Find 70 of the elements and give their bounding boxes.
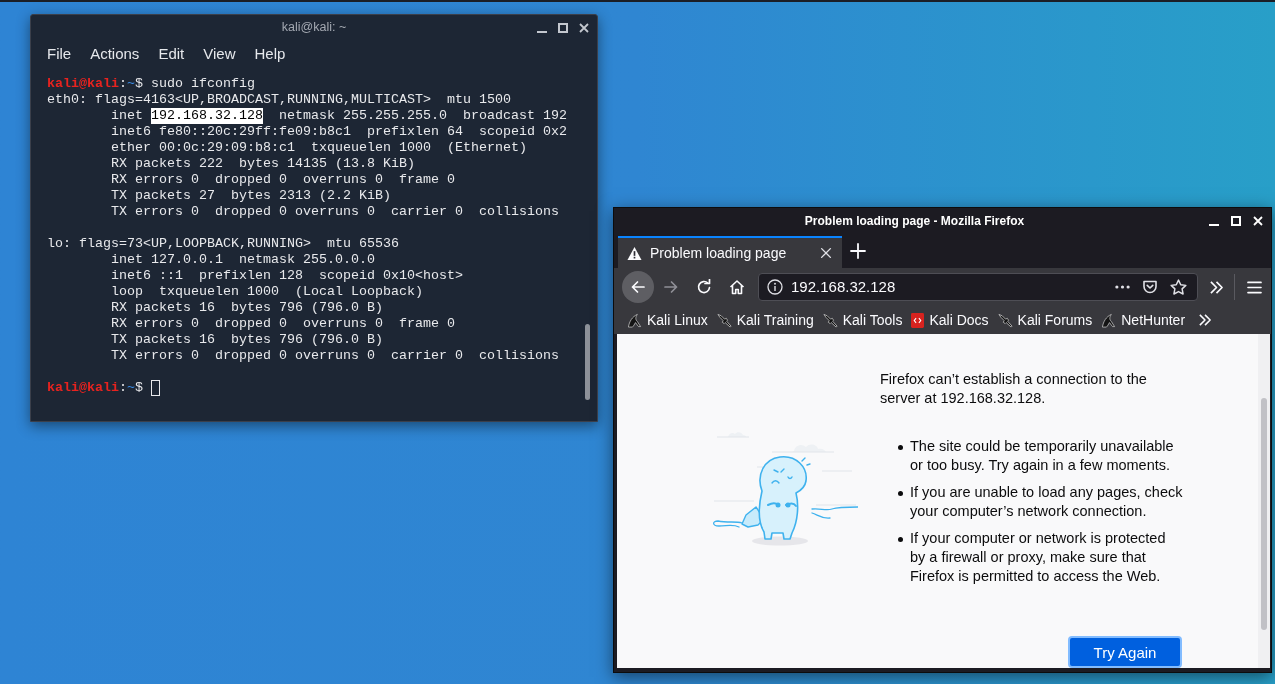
terminal-output-line: RX packets 222 bytes 14135 (13.8 KiB)	[111, 156, 415, 171]
terminal-output-line: TX errors 0 dropped 0 overruns 0 carrier 0 collisions	[111, 204, 559, 219]
close-icon[interactable]	[579, 23, 589, 33]
overflow-chevron-icon[interactable]	[1198, 314, 1213, 326]
close-tab-icon[interactable]	[819, 246, 833, 260]
terminal-output-line: RX errors 0 dropped 0 overruns 0 frame 0	[111, 316, 455, 331]
bookmark-item[interactable]: NetHunter	[1101, 309, 1186, 331]
terminal-output-line: inet 127.0.0.1 netmask 255.0.0.0	[111, 252, 375, 267]
terminal-output-line: eth0: flags=4163<UP,BROADCAST,RUNNING,MULTICAST> mtu 1500	[47, 92, 511, 107]
bookmark-item[interactable]: Kali Linux	[627, 309, 708, 331]
menu-item[interactable]: View	[203, 45, 236, 63]
blade-icon	[716, 312, 732, 328]
code-document-icon	[911, 312, 925, 328]
menu-item[interactable]: Actions	[90, 45, 140, 63]
scrollbar-thumb[interactable]	[1261, 398, 1267, 630]
terminal-output-line: loop txqueuelen 1000 (Local Loopback)	[111, 284, 423, 299]
overflow-chevron-icon[interactable]	[1209, 280, 1224, 294]
menu-item[interactable]: File	[47, 45, 72, 63]
terminal-output-line: RX packets 16 bytes 796 (796.0 B)	[111, 300, 383, 315]
terminal-output-line: inet6 ::1 prefixlen 128 scopeid 0x10<host>	[111, 268, 463, 283]
shield-chevron-icon[interactable]	[1142, 279, 1158, 295]
back-button[interactable]	[622, 271, 654, 303]
command-text: sudo ifconfig	[151, 76, 255, 92]
arrow-right-icon	[663, 279, 679, 295]
terminal-output-line: ether 00:0c:29:09:b8:c1 txqueuelen 1000 (Ethernet)	[111, 140, 527, 155]
suggestion-text: The site could be temporarily unavailable or too busy. Try again in a few moments.	[910, 437, 1175, 475]
bullet-icon	[898, 491, 903, 496]
bookmark-item[interactable]: Kali Forums	[997, 309, 1093, 331]
address-bar[interactable]: 192.168.32.128	[758, 273, 1198, 301]
reload-icon	[696, 279, 712, 295]
menu-item[interactable]: Help	[254, 45, 286, 63]
terminal-output-line: TX packets 27 bytes 2313 (2.2 KiB)	[111, 188, 391, 203]
try-again-button[interactable]: Try Again	[1070, 638, 1180, 666]
terminal-output-line: inet6 fe80::20c:29ff:fe09:b8c1 prefixlen 64 scopeid 0x2	[111, 124, 567, 139]
bullet-icon	[898, 445, 903, 450]
terminal-output-line: TX packets 16 bytes 796 (796.0 B)	[111, 332, 383, 347]
terminal-text: inet	[111, 108, 144, 124]
window-title: kali@kali: ~	[281, 19, 347, 37]
info-icon[interactable]	[767, 279, 783, 295]
url-text: 192.168.32.128	[791, 276, 897, 297]
browser-tab[interactable]: Problem loading page	[618, 236, 842, 268]
star-icon[interactable]	[1170, 278, 1187, 296]
window-title: Problem loading page - Mozilla Firefox	[804, 213, 1025, 230]
new-tab-icon[interactable]	[850, 243, 866, 259]
terminal-output-line: lo: flags=73<UP,LOOPBACK,RUNNING> mtu 65536	[47, 236, 399, 251]
terminal-text: netmask 255.255.255.0 broadcast 192	[277, 108, 567, 124]
scrollbar-thumb[interactable]	[585, 324, 590, 400]
terminal-output-line: RX errors 0 dropped 0 overruns 0 frame 0	[111, 172, 455, 187]
more-icon[interactable]	[1115, 285, 1130, 289]
maximize-icon[interactable]	[558, 23, 568, 33]
dragon-icon	[627, 312, 642, 328]
blade-icon	[997, 312, 1013, 328]
bookmark-item[interactable]: Kali Tools	[822, 309, 903, 331]
dragon-icon	[1101, 312, 1117, 328]
shell-prompt: kali@kali:~$	[47, 380, 143, 396]
arrow-left-icon	[630, 279, 646, 295]
shell-prompt: kali@kali:~$	[47, 76, 143, 92]
suggestion-text: If you are unable to load any pages, check your computer’s network connection.	[910, 483, 1184, 521]
bullet-icon	[898, 537, 903, 542]
menu-item[interactable]: Edit	[158, 45, 185, 63]
suggestion-text: If your computer or network is protected by a firewall or proxy, make sure that Firefox is permitted to access the Web.	[910, 529, 1167, 586]
menu-icon[interactable]	[1247, 280, 1262, 294]
terminal-output-line: TX errors 0 dropped 0 overruns 0 carrier 0 collisions	[111, 348, 559, 363]
selected-text: 192.168.32.128	[151, 108, 263, 124]
bookmark-item[interactable]: Kali Training	[716, 309, 814, 331]
bookmark-item[interactable]: Kali Docs	[911, 309, 989, 331]
blade-icon	[822, 312, 838, 328]
warning-icon	[627, 245, 642, 261]
error-message: Firefox can’t establish a connection to the server at 192.168.32.128.	[880, 370, 1148, 408]
home-icon	[729, 279, 745, 295]
